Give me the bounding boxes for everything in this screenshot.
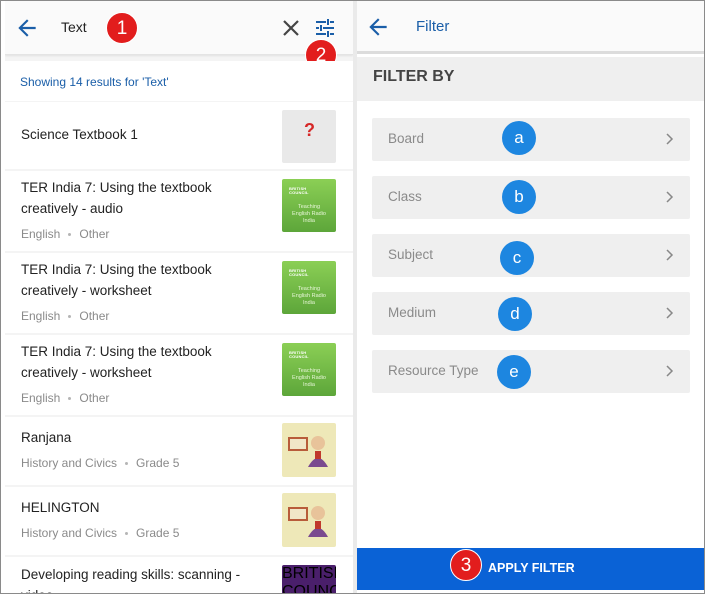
result-title: TER India 7: Using the textbook creative… — [21, 262, 212, 298]
filter-sliders-icon[interactable] — [313, 16, 337, 40]
filter-option-label: Board — [388, 131, 425, 146]
result-thumbnail: BRITISH COUNCIL Teaching English Radio I… — [282, 261, 336, 314]
search-header: Text 1 2 — [5, 1, 353, 71]
result-thumbnail — [282, 493, 336, 547]
history-cartoon-icon — [288, 506, 328, 537]
chevron-right-icon — [666, 133, 674, 145]
result-thumbnail — [282, 423, 336, 477]
list-item[interactable]: TER India 7: Using the textbook creative… — [5, 253, 353, 333]
result-thumbnail: BRITISH COUNCIL — [282, 565, 336, 594]
result-title: TER India 7: Using the textbook creative… — [21, 180, 212, 216]
search-query[interactable]: Text — [61, 19, 87, 35]
result-subject: History and Civics — [21, 526, 118, 540]
close-icon[interactable] — [279, 16, 303, 40]
results-summary: Showing 14 results for 'Text' — [5, 61, 353, 101]
list-item[interactable]: TER India 7: Using the textbook creative… — [5, 171, 353, 251]
result-category: Other — [79, 309, 110, 323]
result-meta: English Other — [21, 227, 109, 241]
question-mark-icon: ? — [304, 120, 315, 140]
chevron-right-icon — [666, 191, 674, 203]
filter-by-heading: FILTER BY — [357, 57, 704, 101]
bc-logo-text: BRITISH COUNCIL — [289, 350, 309, 359]
result-language: English — [21, 391, 61, 405]
filter-pane: Filter FILTER BY Board Class Subject Med… — [357, 1, 704, 593]
result-thumbnail: ? — [282, 110, 336, 163]
result-grade: Grade 5 — [136, 526, 180, 540]
history-cartoon-icon — [288, 436, 328, 467]
option-marker-a: a — [502, 121, 536, 155]
list-item[interactable]: Developing reading skills: scanning - vi… — [5, 557, 353, 594]
result-meta: History and Civics Grade 5 — [21, 456, 179, 470]
result-grade: Grade 5 — [136, 456, 180, 470]
back-arrow-icon[interactable] — [14, 15, 40, 41]
result-category: Other — [79, 391, 110, 405]
result-title: Developing reading skills: scanning - vi… — [21, 567, 241, 593]
thumbnail-caption: Teaching English Radio India — [292, 204, 326, 224]
option-marker-c: c — [500, 241, 534, 275]
list-item[interactable]: Science Textbook 1 ? — [5, 102, 353, 169]
result-language: English — [21, 309, 61, 323]
filter-option-label: Resource Type — [388, 363, 479, 378]
list-item[interactable]: TER India 7: Using the textbook creative… — [5, 335, 353, 415]
thumbnail-caption: Teaching English Radio India — [292, 286, 326, 306]
result-category: Other — [79, 227, 110, 241]
filter-header: Filter — [357, 1, 704, 54]
app-window: Text 1 2 Showing 14 results for 'Text' S… — [0, 0, 705, 594]
result-language: English — [21, 227, 61, 241]
thumbnail-caption: Teaching English Radio India — [292, 368, 326, 388]
result-title: Science Textbook 1 — [21, 127, 138, 142]
filter-option-label: Medium — [388, 305, 437, 320]
result-subject: History and Civics — [21, 456, 118, 470]
result-list: Science Textbook 1 ? TER India 7: Using … — [5, 102, 353, 594]
filter-option-label: Subject — [388, 247, 434, 262]
option-marker-e: e — [497, 355, 531, 389]
step-marker-3: 3 — [450, 549, 482, 581]
result-meta: English Other — [21, 391, 109, 405]
result-meta: History and Civics Grade 5 — [21, 526, 179, 540]
back-arrow-icon[interactable] — [365, 14, 391, 40]
option-marker-b: b — [502, 180, 536, 214]
list-item[interactable]: HELINGTON History and Civics Grade 5 — [5, 487, 353, 555]
bc-logo-text: BRITISH COUNCIL — [282, 565, 336, 594]
filter-option-resource-type[interactable]: Resource Type — [372, 350, 690, 393]
bc-logo-text: BRITISH COUNCIL — [289, 268, 309, 277]
result-thumbnail: BRITISH COUNCIL Teaching English Radio I… — [282, 179, 336, 232]
step-marker-1: 1 — [106, 12, 138, 44]
result-meta: English Other — [21, 309, 109, 323]
result-title: TER India 7: Using the textbook creative… — [21, 344, 212, 380]
result-thumbnail: BRITISH COUNCIL Teaching English Radio I… — [282, 343, 336, 396]
option-marker-d: d — [498, 297, 532, 331]
filter-option-label: Class — [388, 189, 422, 204]
bc-logo-text: BRITISH COUNCIL — [289, 186, 309, 195]
result-title: Ranjana — [21, 430, 72, 445]
chevron-right-icon — [666, 365, 674, 377]
apply-filter-label: APPLY FILTER — [488, 561, 575, 575]
chevron-right-icon — [666, 307, 674, 319]
chevron-right-icon — [666, 249, 674, 261]
apply-filter-button[interactable]: APPLY FILTER — [357, 548, 704, 590]
list-item[interactable]: Ranjana History and Civics Grade 5 — [5, 417, 353, 485]
result-title: HELINGTON — [21, 500, 100, 515]
filter-title: Filter — [416, 18, 450, 35]
search-results-pane: Text 1 2 Showing 14 results for 'Text' S… — [5, 1, 353, 594]
